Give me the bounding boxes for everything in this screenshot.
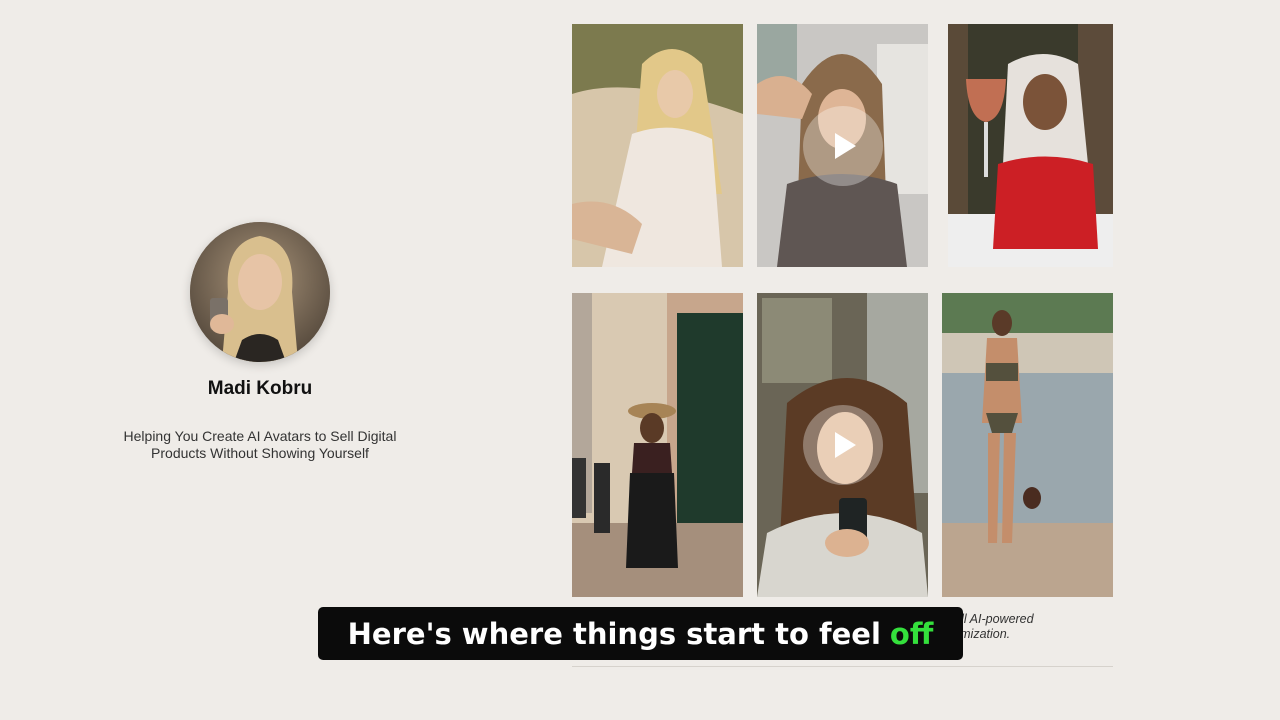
video-subtitle: Here's where things start to feel off: [318, 607, 963, 660]
gallery-photo-street-walk[interactable]: [572, 293, 743, 597]
profile-card: Madi Kobru Helping You Create AI Avatars…: [110, 220, 410, 462]
gallery-photo-beach-blonde[interactable]: [572, 24, 743, 267]
gallery-photo-beach-bikini[interactable]: [942, 293, 1113, 597]
photo-street-walk-icon: [572, 293, 743, 597]
page: Madi Kobru Helping You Create AI Avatars…: [0, 0, 1280, 720]
gallery-photo-wine-glass[interactable]: [948, 24, 1113, 267]
photo-beach-blonde-icon: [572, 24, 743, 267]
play-icon: [835, 132, 856, 159]
gallery-video-car-selfie[interactable]: [757, 24, 928, 267]
subtitle-highlight: off: [889, 616, 934, 651]
photo-wine-glass-icon: [948, 24, 1113, 267]
photo-beach-bikini-icon: [942, 293, 1113, 597]
play-button[interactable]: [802, 405, 883, 485]
avatar[interactable]: [190, 222, 330, 362]
play-button[interactable]: [802, 105, 883, 186]
subtitle-text: Here's where things start to feel: [347, 616, 881, 651]
gallery-video-phone-look[interactable]: [757, 293, 928, 597]
play-icon: [835, 432, 856, 458]
divider: [572, 666, 1113, 667]
profile-name: Madi Kobru: [207, 378, 313, 399]
profile-tagline: Helping You Create AI Avatars to Sell Di…: [123, 428, 397, 461]
